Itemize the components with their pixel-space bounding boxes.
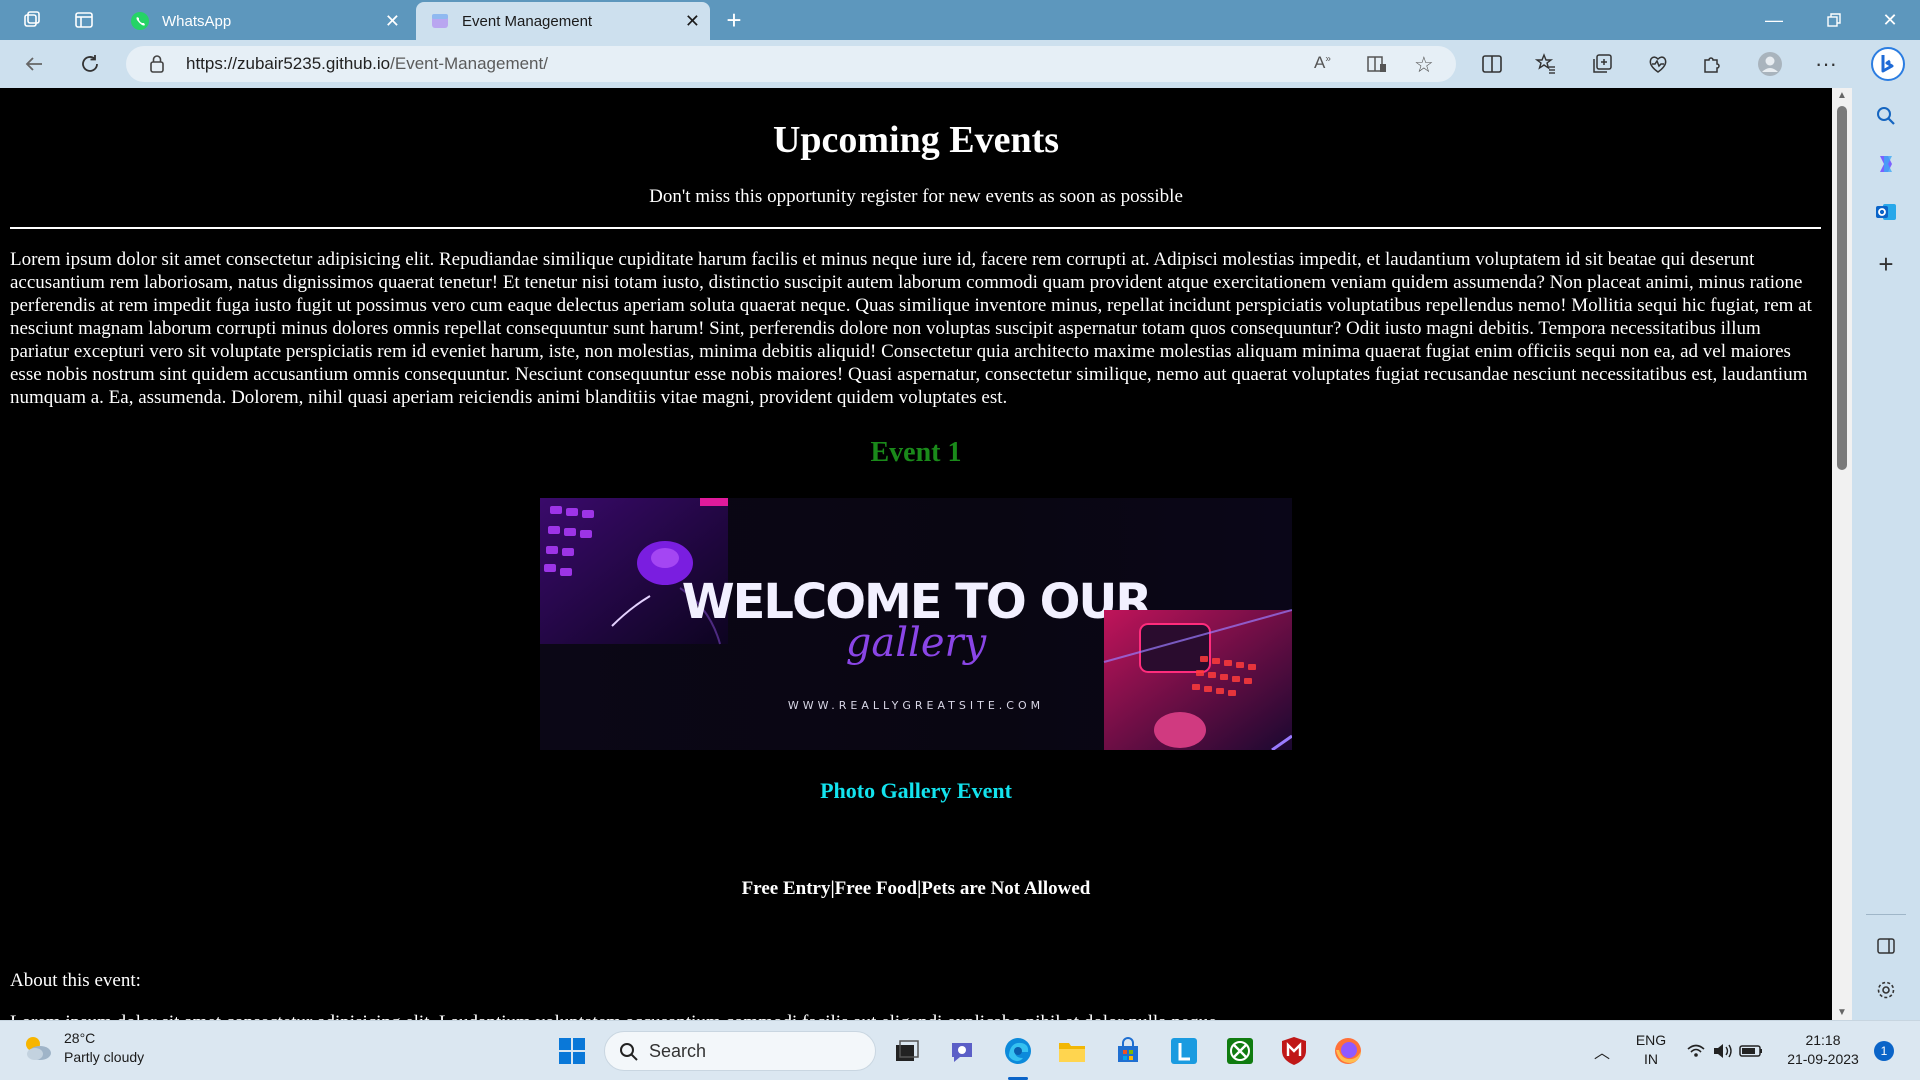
tab-event-management[interactable]: Event Management ✕	[416, 2, 710, 40]
clock-date: 21-09-2023	[1787, 1051, 1859, 1067]
weather-desc: Partly cloudy	[64, 1049, 145, 1065]
site-icon	[430, 11, 450, 31]
tab-actions-icon[interactable]	[68, 6, 100, 34]
url-text: https://zubair5235.github.io/Event-Manag…	[186, 54, 548, 73]
notification-badge[interactable]: 1	[1874, 1041, 1894, 1061]
file-explorer-icon[interactable]	[1052, 1031, 1092, 1071]
back-icon[interactable]	[16, 48, 52, 80]
banner-script: gallery	[846, 620, 988, 666]
workspaces-icon[interactable]	[16, 6, 48, 34]
volume-icon	[1714, 1044, 1732, 1058]
mcafee-icon[interactable]	[1274, 1031, 1314, 1071]
web-page: Upcoming Events Don't miss this opportun…	[0, 88, 1832, 1020]
show-hidden-icons[interactable]: ︿	[1582, 1031, 1622, 1071]
app-l-icon[interactable]	[1164, 1031, 1204, 1071]
new-tab-icon[interactable]: +	[718, 5, 750, 35]
extensions-icon[interactable]	[1694, 48, 1730, 80]
favorite-star-icon[interactable]: ☆	[1414, 52, 1434, 78]
address-bar[interactable]: https://zubair5235.github.io/Event-Manag…	[126, 46, 1456, 82]
edge-browser-icon[interactable]	[998, 1031, 1038, 1071]
clock[interactable]: 21:18 21-09-2023	[1778, 1031, 1868, 1069]
add-sidebar-app-icon[interactable]: +	[1866, 244, 1906, 284]
event-title: Event 1	[870, 437, 962, 468]
split-screen-icon[interactable]	[1474, 48, 1510, 80]
weather-temp: 28°C	[64, 1030, 96, 1046]
firefox-icon[interactable]	[1328, 1031, 1368, 1071]
sidebar-settings-icon[interactable]	[1866, 970, 1906, 1010]
task-view-icon[interactable]	[886, 1031, 926, 1071]
weather-widget[interactable]: 28°C Partly cloudy	[20, 1029, 144, 1067]
language-indicator[interactable]: ENG IN	[1628, 1031, 1674, 1069]
teams-chat-icon[interactable]	[942, 1031, 982, 1071]
page-subtitle: Don't miss this opportunity register for…	[649, 186, 1183, 207]
collections-icon[interactable]	[1584, 48, 1620, 80]
edge-sidebar: +	[1852, 88, 1920, 1020]
outlook-icon[interactable]	[1866, 192, 1906, 232]
bing-copilot-icon[interactable]	[1866, 44, 1910, 84]
microsoft-store-icon[interactable]	[1108, 1031, 1148, 1071]
tab-label: Event Management	[462, 12, 593, 30]
close-tab-icon[interactable]: ✕	[385, 11, 400, 31]
tab-label: WhatsApp	[162, 12, 232, 30]
copilot-icon[interactable]	[1866, 144, 1906, 184]
refresh-icon[interactable]	[72, 48, 108, 80]
partly-cloudy-icon	[26, 1037, 51, 1060]
windows-taskbar: 28°C Partly cloudy Search ︿ ENG IN 21:18…	[0, 1020, 1920, 1080]
search-label: Search	[649, 1040, 707, 1061]
intro-paragraph: Lorem ipsum dolor sit amet consectetur a…	[10, 249, 1812, 408]
xbox-icon[interactable]	[1220, 1031, 1260, 1071]
minimize-icon[interactable]: —	[1744, 0, 1804, 40]
clock-time: 21:18	[1805, 1032, 1841, 1048]
tab-whatsapp[interactable]: WhatsApp ✕	[116, 2, 410, 40]
gallery-event-title: Photo Gallery Event	[820, 778, 1012, 803]
tab-bar: WhatsApp ✕ Event Management ✕ + — ✕	[0, 0, 1920, 40]
browser-essentials-icon[interactable]	[1640, 48, 1676, 80]
about-label: About this event:	[10, 970, 141, 991]
start-icon[interactable]	[552, 1031, 592, 1071]
close-window-icon[interactable]: ✕	[1860, 0, 1920, 40]
restore-icon[interactable]	[1804, 0, 1864, 40]
system-tray-status[interactable]	[1684, 1031, 1768, 1071]
scroll-down-icon[interactable]: ▼	[1837, 1007, 1847, 1018]
about-paragraph: Lorem ipsum dolor sit amet consectetur a…	[10, 1012, 1221, 1020]
wifi-icon	[1687, 1044, 1705, 1057]
page-title: Upcoming Events	[772, 119, 1060, 161]
search-icon	[620, 1043, 638, 1061]
search-icon[interactable]	[1866, 96, 1906, 136]
page-scrollbar[interactable]: ▲ ▼	[1832, 88, 1852, 1020]
event-banner-image: WELCOME TO OUR gallery WWW.REALLYGREATSI…	[540, 498, 1292, 750]
scroll-thumb[interactable]	[1837, 106, 1847, 470]
whatsapp-icon	[130, 11, 150, 31]
scroll-up-icon[interactable]: ▲	[1837, 90, 1847, 101]
navigation-bar: https://zubair5235.github.io/Event-Manag…	[0, 40, 1920, 88]
read-aloud-icon[interactable]: A»	[1314, 53, 1331, 73]
sidebar-divider	[1866, 914, 1906, 915]
lock-icon[interactable]	[148, 54, 166, 79]
profile-avatar-icon[interactable]	[1752, 48, 1788, 80]
more-options-icon[interactable]: ···	[1808, 48, 1844, 80]
event-features: Free Entry|Free Food|Pets are Not Allowe…	[741, 878, 1091, 899]
banner-site: WWW.REALLYGREATSITE.COM	[788, 699, 1044, 712]
taskbar-search[interactable]: Search	[604, 1031, 876, 1071]
hide-sidebar-icon[interactable]	[1866, 926, 1906, 966]
immersive-reader-icon[interactable]	[1366, 54, 1388, 79]
favorites-icon[interactable]	[1528, 48, 1564, 80]
close-tab-icon[interactable]: ✕	[685, 11, 700, 31]
battery-icon	[1739, 1045, 1762, 1057]
